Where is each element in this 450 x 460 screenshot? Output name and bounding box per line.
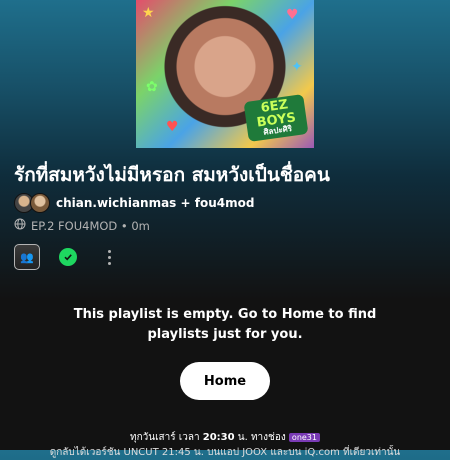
heart-sticker-icon: ♥ xyxy=(166,119,179,135)
playlist-thumbnail-button[interactable]: 👥 xyxy=(14,244,40,270)
owners-label: chian.wichianmas + fou4mod xyxy=(56,196,255,210)
star-sticker-icon: ✦ xyxy=(291,59,303,75)
action-row: 👥 xyxy=(14,244,111,270)
badge-line: ศิลปะศิริ xyxy=(262,124,293,138)
video-caption-line2: ดูกลับได้เวอร์ชัน UNCUT 21:45 น. บนแอป J… xyxy=(49,447,401,458)
empty-line-1: This playlist is empty. Go to Home to fi… xyxy=(73,307,377,322)
people-icon: 👥 xyxy=(20,251,34,264)
caption-time: 20:30 xyxy=(202,432,235,443)
meta-text: EP.2 FOU4MOD • 0m xyxy=(31,218,150,233)
playlist-cover-art: ★ ♥ ✿ ✦ ♥ 6EZ BOYS ศิลปะศิริ xyxy=(136,0,314,148)
more-vertical-icon[interactable] xyxy=(108,249,111,265)
playlist-owners[interactable]: chian.wichianmas + fou4mod xyxy=(14,193,254,213)
check-circle-icon[interactable] xyxy=(59,248,77,266)
star-sticker-icon: ★ xyxy=(142,5,155,21)
playlist-meta: EP.2 FOU4MOD • 0m xyxy=(14,218,150,233)
playlist-title: รักที่สมหวังไม่มีหรอก สมหวังเป็นชื่อคน xyxy=(14,164,330,186)
caption-suffix: น. ทางช่อง xyxy=(234,432,289,443)
heart-sticker-icon: ♥ xyxy=(286,7,299,23)
video-caption: ทุกวันเสาร์ เวลา 20:30 น. ทางช่อง one31 xyxy=(0,430,450,445)
empty-line-2: playlists just for you. xyxy=(147,327,303,342)
avatar xyxy=(30,193,50,213)
caption-prefix: ทุกวันเสาร์ เวลา xyxy=(130,432,203,443)
globe-icon xyxy=(14,218,26,233)
channel-logo: one31 xyxy=(288,433,320,442)
cover-logo-badge: 6EZ BOYS ศิลปะศิริ xyxy=(243,94,309,142)
flower-sticker-icon: ✿ xyxy=(146,79,158,95)
home-button[interactable]: Home xyxy=(180,362,270,400)
empty-state-message: This playlist is empty. Go to Home to fi… xyxy=(0,305,450,345)
